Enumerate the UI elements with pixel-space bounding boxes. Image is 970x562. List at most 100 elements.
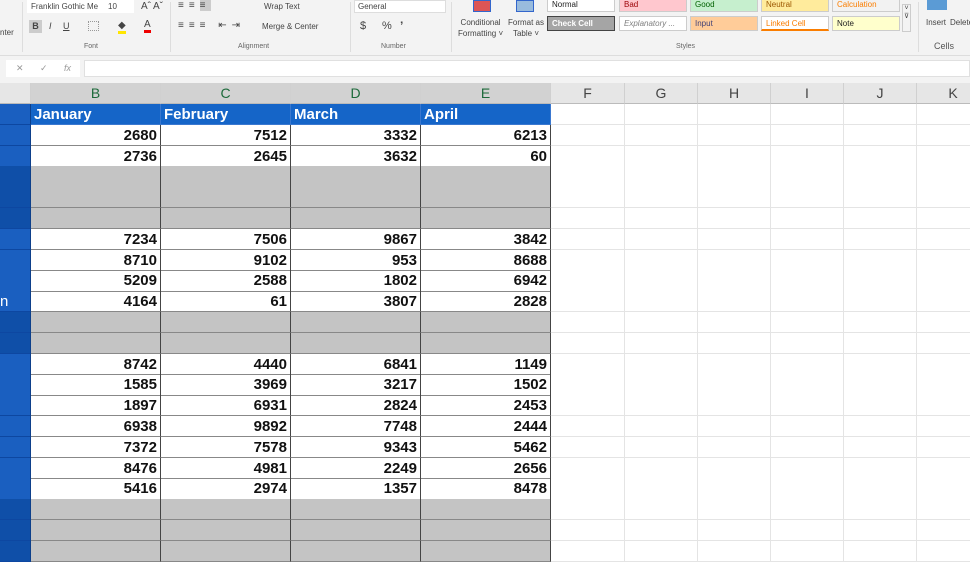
data-cell[interactable]: 1585 [31, 374, 161, 396]
empty-cell[interactable] [844, 353, 917, 375]
empty-cell[interactable] [771, 291, 844, 313]
empty-cell[interactable] [771, 457, 844, 479]
empty-cell[interactable] [625, 416, 698, 438]
data-cell[interactable]: 60 [421, 145, 551, 167]
blank-gray-cell[interactable] [31, 312, 161, 334]
data-cell[interactable]: 1357 [291, 478, 421, 500]
currency-button[interactable]: $ [360, 20, 366, 32]
data-cell[interactable]: 9343 [291, 436, 421, 459]
empty-cell[interactable] [698, 436, 771, 459]
empty-cell[interactable] [771, 416, 844, 438]
data-cell[interactable]: 8476 [31, 457, 161, 479]
data-cell[interactable]: 5416 [31, 478, 161, 500]
column-header-i[interactable]: I [771, 83, 844, 104]
empty-cell[interactable] [698, 353, 771, 375]
data-cell[interactable]: 3842 [421, 228, 551, 251]
empty-cell[interactable] [917, 374, 970, 396]
row-label-cell[interactable] [0, 457, 31, 479]
data-cell[interactable]: 8478 [421, 478, 551, 500]
empty-cell[interactable] [625, 228, 698, 251]
empty-cell[interactable] [625, 540, 698, 562]
row-label-cell[interactable] [0, 270, 31, 292]
cell-style-bad[interactable]: Bad [619, 0, 687, 12]
percent-button[interactable]: % [382, 20, 392, 32]
data-cell[interactable]: 2828 [421, 291, 551, 313]
blank-gray-cell[interactable] [421, 499, 551, 521]
empty-cell[interactable] [698, 312, 771, 334]
conditional-formatting-button[interactable]: Conditional Formatting ˅ [458, 17, 503, 39]
empty-cell[interactable] [551, 249, 625, 271]
empty-cell[interactable] [698, 187, 771, 209]
cell-style-input[interactable]: Input [690, 16, 758, 31]
empty-cell[interactable] [698, 124, 771, 147]
data-cell[interactable]: 6938 [31, 416, 161, 438]
data-cell[interactable]: 1149 [421, 353, 551, 375]
blank-gray-cell[interactable] [31, 208, 161, 230]
empty-cell[interactable] [551, 478, 625, 500]
format-as-table-button[interactable]: Format as Table ˅ [508, 17, 544, 39]
column-header-e[interactable]: E [421, 83, 551, 104]
empty-cell[interactable] [844, 166, 917, 188]
empty-cell[interactable] [551, 104, 625, 126]
data-cell[interactable]: 8688 [421, 249, 551, 271]
empty-cell[interactable] [771, 540, 844, 562]
empty-cell[interactable] [844, 395, 917, 417]
blank-gray-cell[interactable] [31, 332, 161, 355]
blank-gray-cell[interactable] [291, 166, 421, 188]
empty-cell[interactable] [698, 166, 771, 188]
blank-gray-cell[interactable] [291, 187, 421, 209]
empty-cell[interactable] [844, 374, 917, 396]
blank-gray-cell[interactable] [31, 187, 161, 209]
empty-cell[interactable] [917, 416, 970, 438]
font-size-select[interactable]: 10 [104, 0, 134, 13]
empty-cell[interactable] [551, 291, 625, 313]
empty-cell[interactable] [917, 520, 970, 542]
data-cell[interactable]: 4981 [161, 457, 291, 479]
italic-button[interactable]: I [49, 21, 52, 31]
underline-button[interactable]: U [63, 21, 70, 31]
blank-gray-cell[interactable] [161, 499, 291, 521]
row-label-cell[interactable] [0, 478, 31, 500]
empty-cell[interactable] [551, 208, 625, 230]
empty-cell[interactable] [844, 270, 917, 292]
blank-gray-cell[interactable] [421, 540, 551, 562]
data-cell[interactable]: 6942 [421, 270, 551, 292]
empty-cell[interactable] [625, 332, 698, 355]
blank-gray-cell[interactable] [161, 166, 291, 188]
empty-cell[interactable] [625, 499, 698, 521]
empty-cell[interactable] [625, 478, 698, 500]
empty-cell[interactable] [551, 166, 625, 188]
blank-gray-cell[interactable] [291, 332, 421, 355]
empty-cell[interactable] [551, 353, 625, 375]
data-cell[interactable]: 2824 [291, 395, 421, 417]
empty-cell[interactable] [551, 332, 625, 355]
empty-cell[interactable] [771, 104, 844, 126]
empty-cell[interactable] [551, 395, 625, 417]
row-label-cell[interactable] [0, 145, 31, 167]
empty-cell[interactable] [844, 249, 917, 271]
vertical-align-icons[interactable]: ≡≡≡ [178, 0, 211, 11]
empty-cell[interactable] [551, 540, 625, 562]
data-cell[interactable]: 5462 [421, 436, 551, 459]
column-header-j[interactable]: J [844, 83, 917, 104]
data-cell[interactable]: 4440 [161, 353, 291, 375]
cell-style-note[interactable]: Note [832, 16, 900, 31]
column-header-k[interactable]: K [917, 83, 970, 104]
empty-cell[interactable] [698, 291, 771, 313]
blank-gray-cell[interactable] [161, 187, 291, 209]
empty-cell[interactable] [844, 416, 917, 438]
empty-cell[interactable] [844, 208, 917, 230]
empty-cell[interactable] [551, 145, 625, 167]
empty-cell[interactable] [917, 166, 970, 188]
empty-cell[interactable] [625, 291, 698, 313]
empty-cell[interactable] [698, 228, 771, 251]
empty-cell[interactable] [917, 145, 970, 167]
empty-cell[interactable] [771, 166, 844, 188]
data-cell[interactable]: 2249 [291, 457, 421, 479]
data-cell[interactable]: 2645 [161, 145, 291, 167]
empty-cell[interactable] [551, 374, 625, 396]
cell-style-check-cell[interactable]: Check Cell [547, 16, 615, 31]
empty-cell[interactable] [625, 312, 698, 334]
row-label-cell[interactable] [0, 332, 31, 355]
insert-button[interactable]: Insert [926, 18, 946, 27]
